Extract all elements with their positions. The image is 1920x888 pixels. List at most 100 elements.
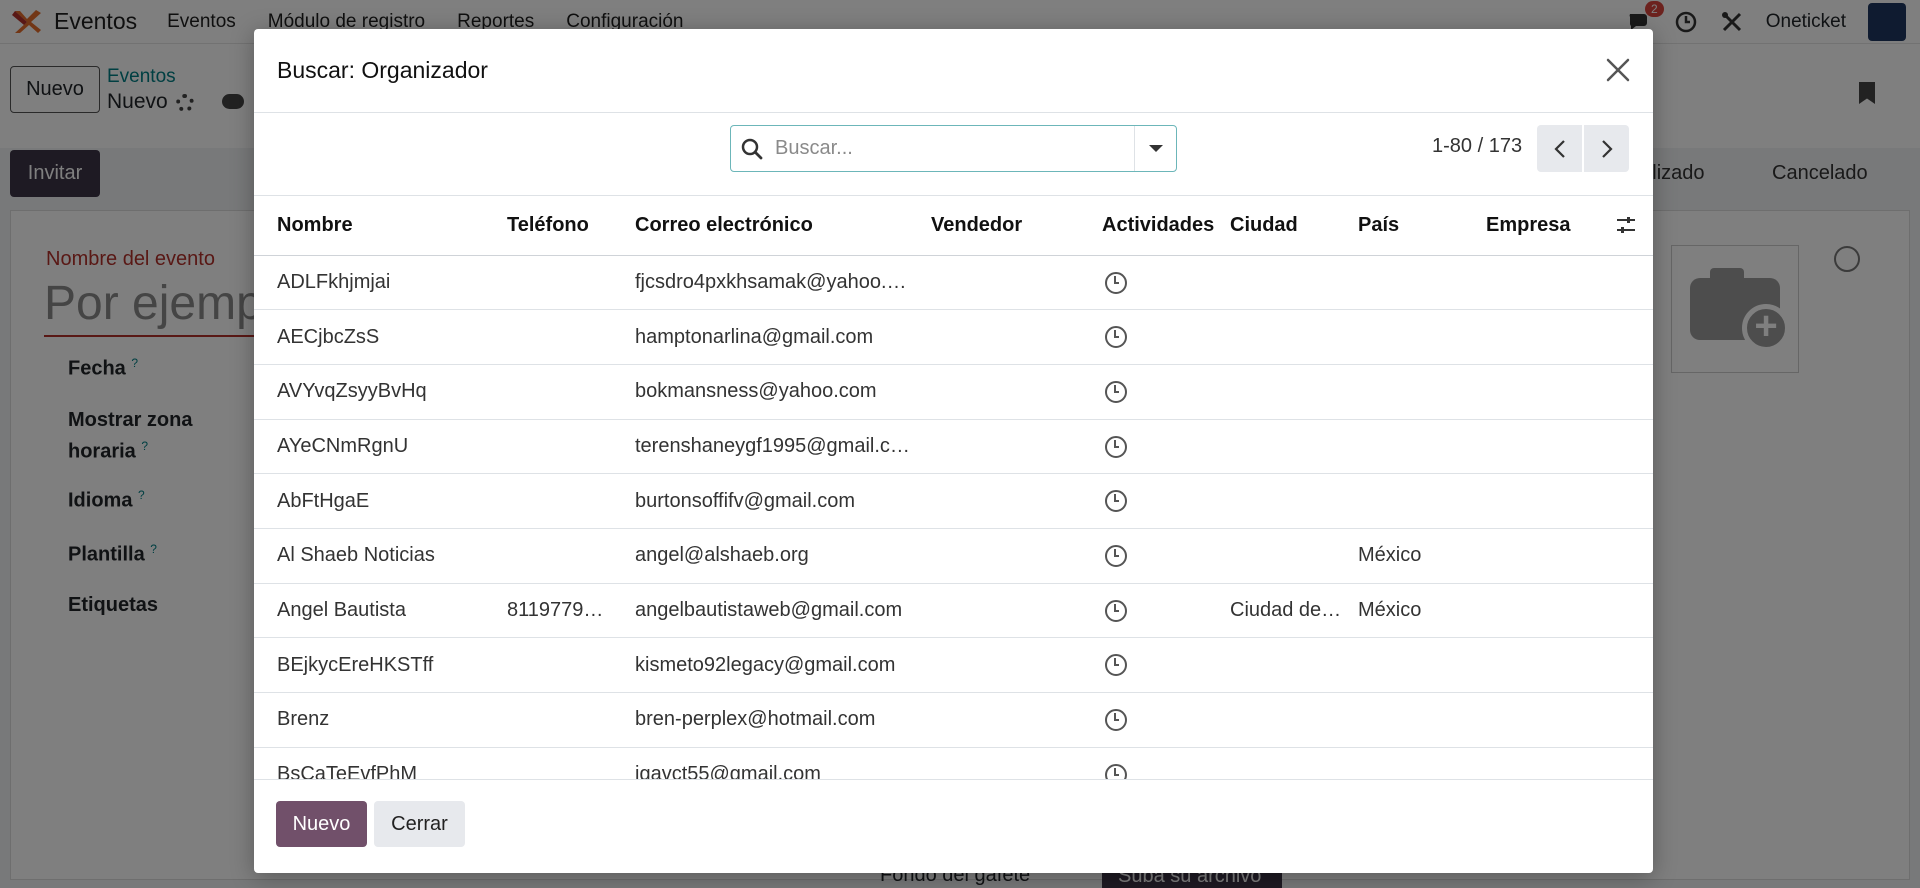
cell-country — [1358, 692, 1486, 748]
organizer-list: Nombre Teléfono Correo electrónico Vende… — [254, 196, 1653, 780]
cell-country: México — [1358, 528, 1486, 584]
sliders-icon — [1617, 217, 1635, 234]
column-header-company[interactable]: Empresa — [1486, 196, 1614, 256]
cell-spacer — [1614, 583, 1653, 639]
pager-next-button[interactable] — [1584, 125, 1629, 172]
cell-spacer — [1614, 692, 1653, 748]
cell-email: igavct55@gmail.com — [635, 747, 931, 780]
activity-clock-icon[interactable] — [1105, 654, 1127, 677]
table-row[interactable]: AVYvqZsyyBvHq bokmansness@yahoo.com — [254, 364, 1653, 420]
table-header-row: Nombre Teléfono Correo electrónico Vende… — [254, 196, 1653, 256]
cell-company — [1486, 419, 1614, 475]
activity-clock-icon[interactable] — [1105, 763, 1127, 780]
column-header-city[interactable]: Ciudad — [1230, 196, 1358, 256]
cell-spacer — [1614, 364, 1653, 420]
cell-company — [1486, 473, 1614, 529]
activity-clock-icon[interactable] — [1105, 599, 1127, 622]
cell-email: angel@alshaeb.org — [635, 528, 931, 584]
activity-clock-icon[interactable] — [1105, 490, 1127, 513]
modal-footer: Nuevo Cerrar — [254, 779, 1653, 873]
cell-spacer — [1614, 747, 1653, 780]
cell-phone — [507, 419, 635, 475]
pager-previous-button[interactable] — [1537, 125, 1582, 172]
cell-activities — [1102, 473, 1230, 529]
activity-clock-icon[interactable] — [1105, 709, 1127, 732]
cell-email: bren-perplex@hotmail.com — [635, 692, 931, 748]
cell-country — [1358, 309, 1486, 365]
cell-phone — [507, 747, 635, 780]
column-header-phone[interactable]: Teléfono — [507, 196, 635, 256]
column-header-activities[interactable]: Actividades — [1102, 196, 1230, 256]
search-row: 1-80 / 173 — [254, 113, 1653, 196]
modal-title: Buscar: Organizador — [277, 57, 488, 83]
cell-country — [1358, 473, 1486, 529]
cell-company — [1486, 255, 1614, 311]
table-row[interactable]: AbFtHgaE burtonsoffifv@gmail.com — [254, 473, 1653, 529]
cell-city — [1230, 309, 1358, 365]
cell-city: Ciudad de… — [1230, 583, 1358, 639]
cell-activities — [1102, 637, 1230, 693]
cell-name: BEjkycEreHKSTff — [254, 637, 507, 693]
table-row[interactable]: AYeCNmRgnU terenshaneygf1995@gmail.c… — [254, 419, 1653, 475]
column-header-salesperson[interactable]: Vendedor — [931, 196, 1102, 256]
activity-clock-icon[interactable] — [1105, 271, 1127, 294]
cell-email: kismeto92legacy@gmail.com — [635, 637, 931, 693]
cell-spacer — [1614, 473, 1653, 529]
search-input[interactable] — [773, 127, 1134, 170]
column-header-country[interactable]: País — [1358, 196, 1486, 256]
cell-spacer — [1614, 528, 1653, 584]
table-row[interactable]: BsCaTeEvfPhM igavct55@gmail.com — [254, 747, 1653, 780]
cell-name: Al Shaeb Noticias — [254, 528, 507, 584]
cell-city — [1230, 419, 1358, 475]
cell-company — [1486, 747, 1614, 780]
new-organizer-button[interactable]: Nuevo — [276, 801, 367, 847]
column-header-email[interactable]: Correo electrónico — [635, 196, 931, 256]
cell-email: burtonsoffifv@gmail.com — [635, 473, 931, 529]
optional-columns-toggle[interactable] — [1614, 196, 1653, 256]
activity-clock-icon[interactable] — [1105, 326, 1127, 349]
cell-name: BsCaTeEvfPhM — [254, 747, 507, 780]
search-options-toggle[interactable] — [1134, 126, 1176, 171]
cell-salesperson — [931, 637, 1102, 693]
table-row[interactable]: Al Shaeb Noticias angel@alshaeb.org México — [254, 528, 1653, 584]
close-icon[interactable] — [1603, 55, 1633, 85]
cell-company — [1486, 583, 1614, 639]
table-row[interactable]: ADLFkhjmjai fjcsdro4pxkhsamak@yahoo.… — [254, 255, 1653, 311]
cell-salesperson — [931, 528, 1102, 584]
table-row[interactable]: AECjbcZsS hamptonarlina@gmail.com — [254, 309, 1653, 365]
caret-down-icon — [1148, 145, 1163, 152]
cell-name: AECjbcZsS — [254, 309, 507, 365]
cell-activities — [1102, 692, 1230, 748]
organizer-table: Nombre Teléfono Correo electrónico Vende… — [254, 196, 1653, 780]
cell-phone — [507, 692, 635, 748]
chevron-right-icon — [1601, 139, 1613, 158]
table-row[interactable]: Angel Bautista 8119779… angelbautistaweb@g… — [254, 583, 1653, 639]
pager-value[interactable]: 1-80 / 173 — [1432, 135, 1522, 158]
cell-company — [1486, 309, 1614, 365]
chevron-left-icon — [1553, 139, 1565, 158]
modal-header: Buscar: Organizador — [254, 29, 1653, 113]
cell-email: hamptonarlina@gmail.com — [635, 309, 931, 365]
cell-city — [1230, 364, 1358, 420]
column-header-name[interactable]: Nombre — [254, 196, 507, 256]
cell-email: bokmansness@yahoo.com — [635, 364, 931, 420]
cell-spacer — [1614, 255, 1653, 311]
cell-activities — [1102, 747, 1230, 780]
cell-country — [1358, 637, 1486, 693]
cell-phone — [507, 255, 635, 311]
cell-activities — [1102, 583, 1230, 639]
table-row[interactable]: BEjkycEreHKSTff kismeto92legacy@gmail.com — [254, 637, 1653, 693]
cell-country — [1358, 364, 1486, 420]
cell-activities — [1102, 364, 1230, 420]
cell-salesperson — [931, 747, 1102, 780]
cell-country — [1358, 255, 1486, 311]
activity-clock-icon[interactable] — [1105, 380, 1127, 403]
table-row[interactable]: Brenz bren-perplex@hotmail.com — [254, 692, 1653, 748]
cell-city — [1230, 255, 1358, 311]
close-dialog-button[interactable]: Cerrar — [374, 801, 465, 847]
cell-country — [1358, 419, 1486, 475]
cell-email: fjcsdro4pxkhsamak@yahoo.… — [635, 255, 931, 311]
activity-clock-icon[interactable] — [1105, 545, 1127, 567]
cell-country — [1358, 747, 1486, 780]
activity-clock-icon[interactable] — [1105, 435, 1127, 458]
